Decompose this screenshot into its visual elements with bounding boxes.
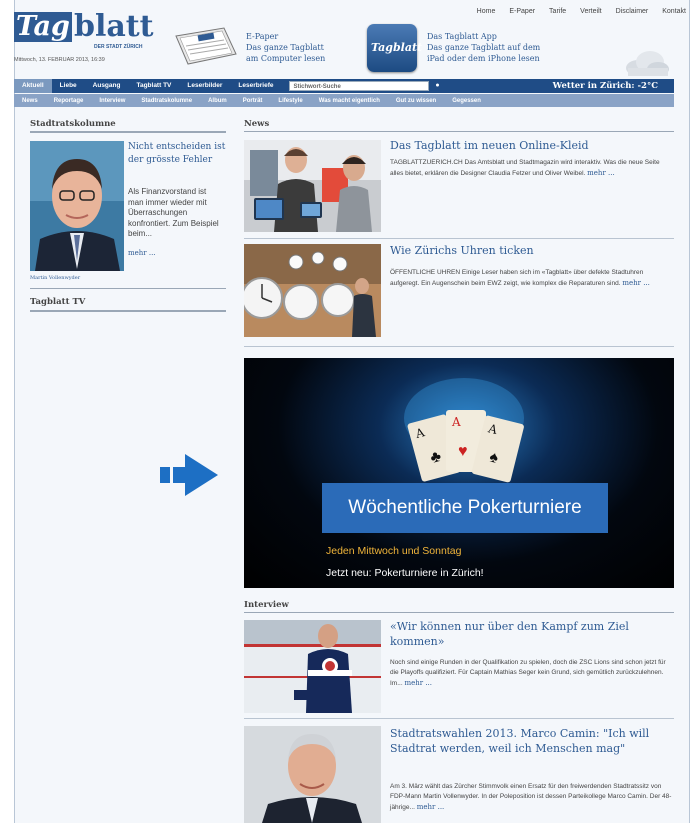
- search-input[interactable]: Stichwort-Suche: [289, 81, 430, 91]
- interview-1-more-link[interactable]: mehr ...: [404, 679, 432, 687]
- app-line-1: Das Tagblatt App: [427, 32, 497, 41]
- cloud-icon: [626, 51, 669, 76]
- interview-1-teaser: Noch sind einige Runden in der Qualifika…: [390, 658, 674, 689]
- interview-2-photo[interactable]: [244, 726, 381, 823]
- article-2-more-link[interactable]: mehr ...: [622, 279, 650, 287]
- search-icon[interactable]: ●: [432, 81, 442, 91]
- subnav-item-gut-zu-wissen[interactable]: Gut zu wissen: [388, 98, 444, 104]
- tagblatt-tv-heading: Tagblatt TV: [30, 297, 86, 307]
- subnav-item-lifestyle[interactable]: Lifestyle: [270, 98, 310, 104]
- column-more-link[interactable]: mehr ...: [128, 249, 156, 257]
- logo-tag: Tag: [14, 12, 72, 42]
- logo-subtitle: DER STADT ZÜRICH: [94, 44, 143, 50]
- article-separator: [244, 238, 674, 239]
- subnav-item-was-macht-eigentlich[interactable]: Was macht eigentlich: [311, 98, 388, 104]
- interview-2-teaser: Am 3. März wählt das Zürcher Stimmvolk e…: [390, 782, 674, 813]
- top-link-kontakt[interactable]: Kontakt: [662, 8, 686, 15]
- column-text: Als Finanzvorstand ist man immer wieder …: [128, 187, 219, 238]
- article-1-photo[interactable]: [244, 140, 381, 232]
- subnav-item-news[interactable]: News: [14, 98, 46, 104]
- playing-cards-icon: A♣ A♥ A♠: [404, 378, 524, 483]
- current-date: Mittwoch, 13. FEBRUAR 2013, 16:39: [14, 57, 105, 63]
- sidebar-divider-2: [30, 288, 226, 289]
- top-link-tarife[interactable]: Tarife: [549, 8, 566, 15]
- columnist-caption: Martin Vollenwyder: [30, 275, 81, 281]
- subnav-item-stadtratskolumne[interactable]: Stadtratskolumne: [133, 98, 200, 104]
- epaper-line-1: E-Paper: [246, 32, 279, 41]
- nav-item-leserbilder[interactable]: Leserbilder: [179, 79, 230, 93]
- logo-blatt: blatt: [74, 9, 154, 44]
- subnav-item-gegessen[interactable]: Gegessen: [444, 98, 489, 104]
- article-1-text: TAGBLATTZUERICH.CH Das Amtsblatt und Sta…: [390, 159, 660, 177]
- subnav-item-interview[interactable]: Interview: [91, 98, 133, 104]
- banner-line-2: Jetzt neu: Pokerturniere in Zürich!: [326, 567, 484, 579]
- article-2-title[interactable]: Wie Zürichs Uhren ticken: [390, 243, 674, 258]
- columnist-photo[interactable]: [30, 141, 124, 271]
- interview-divider: [244, 612, 674, 613]
- poker-banner-ad[interactable]: A ♣ A ♥ A ♠ Wöchentliche Pokerturniere Jede…: [244, 358, 674, 588]
- subnav-item-reportage[interactable]: Reportage: [46, 98, 92, 104]
- sidebar-divider-3: [30, 310, 226, 312]
- article-2-text: ÖFFENTLICHE UHREN Einige Leser haben sic…: [390, 269, 644, 287]
- app-promo[interactable]: Das Tagblatt App Das ganze Tagblatt auf …: [427, 31, 567, 64]
- arrow-right-icon: [160, 454, 218, 496]
- top-link-home[interactable]: Home: [477, 8, 496, 15]
- news-heading: News: [244, 119, 270, 129]
- main-navigation: Aktuell Liebe Ausgang Tagblatt TV Leserb…: [14, 79, 674, 93]
- article-separator: [244, 718, 674, 719]
- article-2-teaser: ÖFFENTLICHE UHREN Einige Leser haben sic…: [390, 268, 674, 289]
- stadtratskolumne-heading: Stadtratskolumne: [30, 119, 116, 129]
- app-line-3: iPad oder dem iPhone lesen: [427, 54, 540, 63]
- newspaper-icon[interactable]: [172, 24, 242, 68]
- weather-info: Wetter in Zürich: -2°C: [552, 81, 658, 91]
- banner-line-1: Jeden Mittwoch und Sonntag: [326, 545, 462, 557]
- subnav-item-portraet[interactable]: Porträt: [235, 98, 271, 104]
- interview-heading: Interview: [244, 600, 289, 610]
- app-icon[interactable]: Tagblatt: [367, 24, 422, 72]
- epaper-line-2: Das ganze Tagblatt: [246, 43, 324, 52]
- news-divider: [244, 131, 674, 132]
- sub-navigation: News Reportage Interview Stadtratskolumn…: [14, 94, 674, 107]
- page: Home E-Paper Tarife Verteilt Disclaimer …: [0, 0, 694, 823]
- column-teaser: Als Finanzvorstand ist man immer wieder …: [128, 187, 222, 258]
- top-links: Home E-Paper Tarife Verteilt Disclaimer …: [477, 8, 686, 15]
- article-1-teaser: TAGBLATTZUERICH.CH Das Amtsblatt und Sta…: [390, 158, 674, 179]
- epaper-promo[interactable]: E-Paper Das ganze Tagblatt am Computer l…: [246, 31, 366, 64]
- nav-item-leserbriefe[interactable]: Leserbriefe: [230, 79, 281, 93]
- article-separator: [244, 346, 674, 347]
- nav-item-ausgang[interactable]: Ausgang: [85, 79, 129, 93]
- tagblatt-logo[interactable]: Tag blatt DER STADT ZÜRICH: [14, 12, 154, 52]
- nav-item-tagblatt-tv[interactable]: Tagblatt TV: [128, 79, 179, 93]
- subnav-item-album[interactable]: Album: [200, 98, 235, 104]
- article-2-photo[interactable]: [244, 244, 381, 337]
- sidebar-divider: [30, 131, 226, 133]
- article-1-more-link[interactable]: mehr ...: [587, 169, 615, 177]
- interview-1-photo[interactable]: [244, 620, 381, 713]
- svg-text:A: A: [451, 415, 461, 429]
- top-link-disclaimer[interactable]: Disclaimer: [616, 8, 649, 15]
- nav-item-liebe[interactable]: Liebe: [52, 79, 85, 93]
- epaper-line-3: am Computer lesen: [246, 54, 326, 63]
- column-title[interactable]: Nicht entscheiden ist der grösste Fehler: [128, 141, 226, 167]
- top-link-epaper[interactable]: E-Paper: [509, 8, 535, 15]
- svg-text:♥: ♥: [458, 443, 468, 460]
- interview-2-title[interactable]: Stadtratswahlen 2013. Marco Camin: "Ich …: [390, 726, 674, 756]
- article-1-title[interactable]: Das Tagblatt im neuen Online-Kleid: [390, 138, 674, 153]
- interview-2-more-link[interactable]: mehr ...: [417, 803, 445, 811]
- nav-item-aktuell[interactable]: Aktuell: [14, 79, 52, 93]
- top-link-verteilt[interactable]: Verteilt: [580, 8, 601, 15]
- app-icon-label: Tagblatt: [371, 41, 423, 54]
- app-line-2: Das ganze Tagblatt auf dem: [427, 43, 541, 52]
- banner-title: Wöchentliche Pokerturniere: [322, 483, 608, 533]
- interview-1-title[interactable]: «Wir können nur über den Kampf zum Ziel …: [390, 619, 674, 649]
